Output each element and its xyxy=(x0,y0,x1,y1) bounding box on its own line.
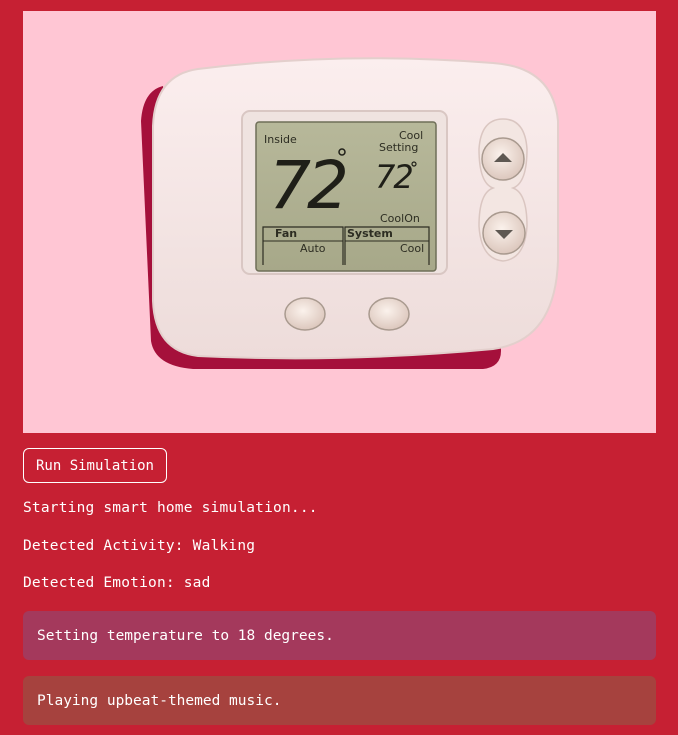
lcd-system-value: Cool xyxy=(400,242,424,255)
lcd-fan-value: Auto xyxy=(300,242,326,255)
lcd-inside-temp: 72 xyxy=(269,147,345,224)
thermostat-illustration: Inside 72 Cool Setting 72 CoolOn Fan Aut… xyxy=(141,57,559,369)
temperature-action-panel: Setting temperature to 18 degrees. xyxy=(23,611,656,660)
lcd-inside-label: Inside xyxy=(264,133,297,146)
run-simulation-button[interactable]: Run Simulation xyxy=(23,448,167,483)
music-action-panel: Playing upbeat-themed music. xyxy=(23,676,656,725)
right-round-button xyxy=(368,297,410,331)
log-line-activity: Detected Activity: Walking xyxy=(23,538,256,554)
lcd-coolon-label: CoolOn xyxy=(380,212,420,225)
temperature-action-text: Setting temperature to 18 degrees. xyxy=(37,627,334,644)
thermostat-image: Inside 72 Cool Setting 72 CoolOn Fan Aut… xyxy=(23,11,656,433)
lcd-system-label: System xyxy=(347,227,393,240)
log-line-start: Starting smart home simulation... xyxy=(23,500,318,516)
lcd-setting-label: Setting xyxy=(379,141,418,154)
music-action-text: Playing upbeat-themed music. xyxy=(37,692,282,709)
lcd-setting-temp: 72 xyxy=(375,158,412,196)
lcd-fan-label: Fan xyxy=(275,227,297,240)
log-line-emotion: Detected Emotion: sad xyxy=(23,575,211,591)
left-round-button xyxy=(284,297,326,331)
